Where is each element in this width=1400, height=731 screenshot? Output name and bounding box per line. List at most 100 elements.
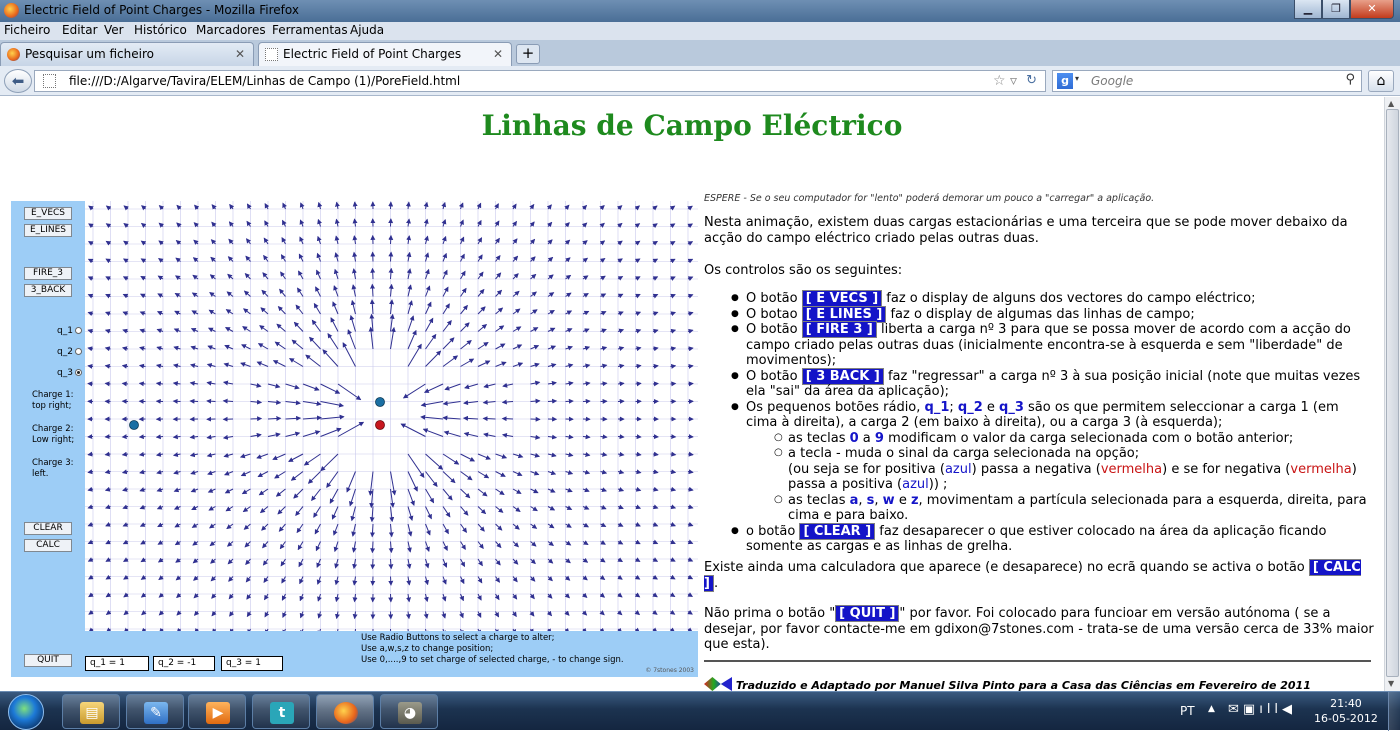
field-vector [478,272,483,279]
bookmark-star-icon[interactable]: ☆ ▿ [993,73,1017,89]
fire-3-button[interactable]: FIRE_3 [24,267,72,280]
taskbar-paint[interactable]: ✎ [126,694,184,729]
charge-3-info: Charge 3: left. [32,458,73,480]
e-lines-key-label: [ E LINES ] [802,306,887,323]
field-vector [653,241,657,244]
field-vector [513,524,519,529]
search-icon[interactable]: ⚲ [1345,72,1355,87]
field-vector [259,344,268,349]
taskbar-tumblr[interactable]: t [252,694,310,729]
field-vector [426,507,432,519]
scroll-up-icon[interactable]: ▲ [1388,99,1394,108]
charge-1-dot[interactable] [376,398,385,407]
item-text: o botão [746,524,799,539]
clock[interactable]: 21:40 16-05-2012 [1314,696,1378,726]
scroll-down-icon[interactable]: ▼ [1388,679,1394,688]
charge-3-dot[interactable] [130,421,139,430]
search-engine-dropdown-icon[interactable]: ▾ [1075,74,1079,83]
radio-q1[interactable] [75,327,82,334]
field-vector [227,524,233,529]
menu-ver[interactable]: Ver [104,23,124,37]
charge-2-dot[interactable] [376,421,385,430]
close-icon[interactable]: ✕ [1350,0,1394,19]
quit-button[interactable]: QUIT [24,654,72,667]
language-indicator[interactable]: PT [1180,704,1195,718]
menu-historico[interactable]: Histórico [134,23,187,37]
field-vector [228,542,233,547]
item-text: , [858,493,866,508]
e-vecs-button[interactable]: E_VECS [24,207,72,220]
navigation-bar: ⬅ file:///D:/Algarve/Tavira/ELEM/Linhas … [0,66,1400,96]
field-vector [513,204,516,209]
scrollbar-thumb[interactable] [1386,109,1399,677]
field-vector [194,594,198,598]
field-vector [566,329,572,332]
field-vector [229,577,233,582]
field-vector [268,384,280,387]
menu-marcadores[interactable]: Marcadores [196,23,266,37]
device-icon[interactable]: ▣ [1243,702,1259,717]
tab-electric-field[interactable]: Electric Field of Point Charges ✕ [258,42,512,66]
back-3-button[interactable]: 3_BACK [24,284,72,297]
radio-q3[interactable] [75,369,82,376]
clear-button[interactable]: CLEAR [24,522,72,535]
menu-ajuda[interactable]: Ajuda [350,23,384,37]
field-vector [105,383,110,384]
taskbar-explorer[interactable]: ▤ [62,694,120,729]
field-plot [85,201,698,631]
menu-ficheiro[interactable]: Ficheiro [4,23,50,37]
volume-icon[interactable]: ◀ [1282,702,1296,717]
new-tab-button[interactable]: + [516,44,540,64]
search-input[interactable]: g ▾ Google ⚲ [1052,70,1362,92]
maximize-icon[interactable]: ❐ [1322,0,1350,19]
tab-pesquisar[interactable]: Pesquisar um ficheiro ✕ [0,42,254,66]
field-vector [106,559,110,561]
close-icon[interactable]: ✕ [493,47,503,61]
field-canvas[interactable] [85,201,698,631]
home-button[interactable]: ⌂ [1368,70,1394,92]
field-vector [241,454,251,457]
field-vector [688,612,692,615]
close-icon[interactable]: ✕ [235,47,245,61]
field-vector [282,238,286,244]
menu-editar[interactable]: Editar [62,23,98,37]
field-vector [601,542,606,545]
field-vector [653,259,657,261]
field-vector [106,224,110,227]
q2-value-field[interactable]: q_2 = -1 [153,656,215,671]
field-vector [653,224,657,227]
mail-icon[interactable]: ✉ [1228,702,1243,717]
vertical-scrollbar[interactable]: ▲ ▼ [1384,97,1400,691]
field-vector [296,305,303,314]
menu-ferramentas[interactable]: Ferramentas [272,23,348,37]
window-title: Electric Field of Point Charges - Mozill… [24,3,299,17]
e-lines-button[interactable]: E_LINES [24,224,72,237]
field-vector [531,401,540,402]
field-vector [583,507,589,510]
field-vector [461,237,464,244]
taskbar-gimp[interactable]: ◕ [380,694,438,729]
quit-key-label: [ QUIT ] [835,605,899,622]
back-3-key-label: [ 3 BACK ] [802,368,884,385]
minimize-icon[interactable]: ▁ [1294,0,1322,19]
reload-icon[interactable]: ↻ [1026,73,1037,88]
q3-value-field[interactable]: q_3 = 1 [221,656,283,671]
taskbar-firefox[interactable] [316,694,374,729]
field-vector [531,507,538,511]
calc-paragraph: Existe ainda uma calculadora que aparece… [704,560,1374,591]
show-hidden-icons-icon[interactable]: ▲ [1208,704,1215,714]
url-bar[interactable]: file:///D:/Algarve/Tavira/ELEM/Linhas de… [34,70,1046,92]
field-vector [243,327,251,332]
start-button[interactable] [8,694,44,730]
field-vector [513,594,517,599]
field-vector [305,454,321,465]
field-vector [653,612,657,615]
google-icon[interactable]: g [1057,73,1073,89]
taskbar-media-player[interactable]: ▶ [188,694,246,729]
show-desktop-button[interactable] [1388,692,1400,731]
radio-q2[interactable] [75,348,82,355]
calc-button[interactable]: CALC [24,539,72,552]
q1-value-field[interactable]: q_1 = 1 [85,656,149,671]
back-button[interactable]: ⬅ [4,69,32,93]
network-icon[interactable]: ıll [1259,702,1282,717]
